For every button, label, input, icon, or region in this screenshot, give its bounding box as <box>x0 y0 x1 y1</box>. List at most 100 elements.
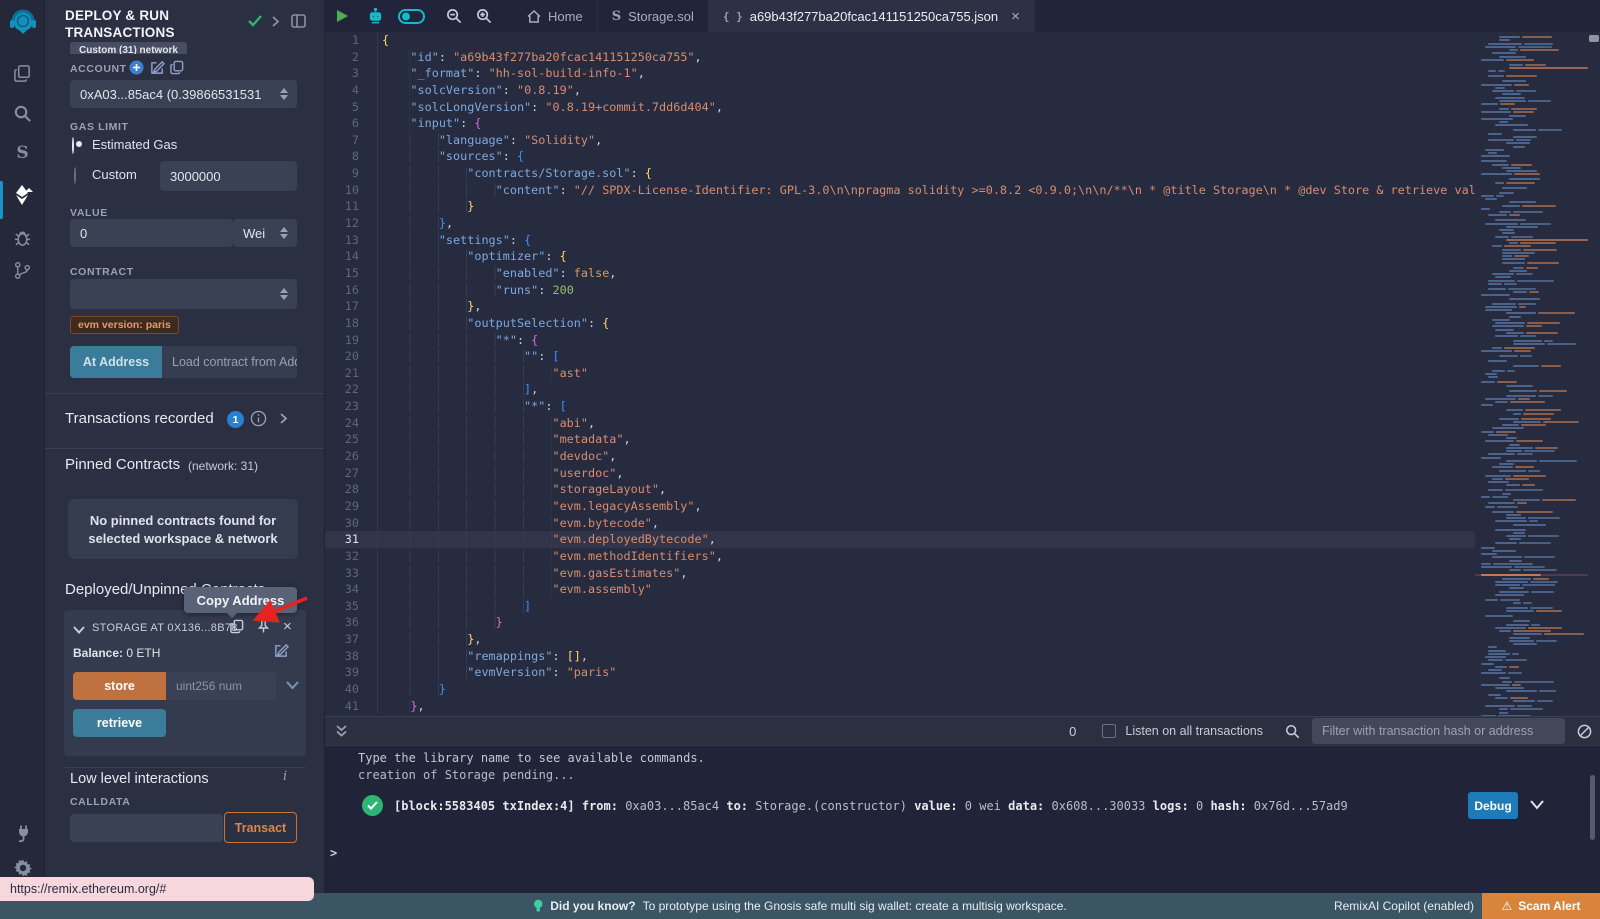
code-line[interactable]: 3 "_format": "hh-sol-build-info-1", <box>325 65 1600 82</box>
ai-assistant-icon[interactable] <box>359 0 391 32</box>
scam-alert-button[interactable]: ⚠ Scam Alert <box>1482 893 1600 919</box>
code-line[interactable]: 7 "language": "Solidity", <box>325 132 1600 149</box>
code-line[interactable]: 33 "evm.gasEstimates", <box>325 565 1600 582</box>
zoom-in-icon[interactable] <box>469 0 499 32</box>
filter-input[interactable]: Filter with transaction hash or address <box>1312 718 1565 744</box>
debugger-icon[interactable] <box>0 222 45 252</box>
code-line[interactable]: 32 "evm.methodIdentifiers", <box>325 548 1600 565</box>
remix-logo-icon[interactable] <box>8 8 38 38</box>
listen-transactions-checkbox[interactable] <box>1102 724 1116 738</box>
code-line[interactable]: 30 "evm.bytecode", <box>325 515 1600 532</box>
expand-terminal-icon[interactable] <box>335 724 348 738</box>
minimap[interactable] <box>1475 32 1588 716</box>
run-script-icon[interactable] <box>325 0 359 32</box>
editor-scrollbar-thumb[interactable] <box>1589 35 1599 42</box>
code-line[interactable]: 40 } <box>325 681 1600 698</box>
code-line[interactable]: 12 }, <box>325 215 1600 232</box>
code-line[interactable]: 10 "content": "// SPDX-License-Identifie… <box>325 182 1600 199</box>
transactions-info-icon[interactable] <box>250 410 267 427</box>
terminal-scrollbar[interactable] <box>1590 775 1595 840</box>
terminal-prompt[interactable]: > <box>330 846 337 860</box>
code-line[interactable]: 38 "remappings": [], <box>325 648 1600 665</box>
code-line[interactable]: 39 "evmVersion": "paris" <box>325 664 1600 681</box>
copilot-toggle-icon[interactable] <box>391 0 431 32</box>
value-unit-select[interactable]: Wei <box>233 219 297 247</box>
store-arg-input[interactable]: uint256 num <box>166 672 276 700</box>
custom-gas-radio[interactable] <box>74 167 76 184</box>
edit-balance-icon[interactable] <box>274 643 289 658</box>
code-line[interactable]: 19 "*": { <box>325 332 1600 349</box>
code-line[interactable]: 13 "settings": { <box>325 232 1600 249</box>
copilot-status[interactable]: RemixAI Copilot (enabled) <box>1334 893 1474 919</box>
tab-build-info-json[interactable]: { } a69b43f277ba20fcac141151250ca755.jso… <box>709 0 1035 32</box>
transact-button[interactable]: Transact <box>224 812 297 843</box>
load-contract-input[interactable]: Load contract from Addre <box>162 346 297 378</box>
code-line[interactable]: 22 ], <box>325 381 1600 398</box>
panel-forward-icon[interactable] <box>271 15 280 28</box>
store-button[interactable]: store <box>73 672 166 700</box>
code-line[interactable]: 41 }, <box>325 698 1600 715</box>
code-line[interactable]: 20 "": [ <box>325 348 1600 365</box>
tab-home[interactable]: Home <box>513 0 598 32</box>
code-line[interactable]: 28 "storageLayout", <box>325 481 1600 498</box>
code-line[interactable]: 15 "enabled": false, <box>325 265 1600 282</box>
copy-account-icon[interactable] <box>170 60 184 75</box>
retrieve-button[interactable]: retrieve <box>73 709 166 737</box>
custom-gas-input[interactable]: 3000000 <box>160 161 297 191</box>
code-line[interactable]: 14 "optimizer": { <box>325 248 1600 265</box>
code-line[interactable]: 11 } <box>325 198 1600 215</box>
code-line[interactable]: 25 "metadata", <box>325 431 1600 448</box>
plugin-manager-icon[interactable] <box>0 818 45 848</box>
at-address-button[interactable]: At Address <box>70 346 162 378</box>
code-line[interactable]: 1{ <box>325 32 1600 49</box>
deploy-run-icon[interactable] <box>0 180 45 210</box>
tx-log-text[interactable]: [block:5583405 txIndex:4] from: 0xa03...… <box>394 799 1348 813</box>
code-editor[interactable]: 1{2 "id": "a69b43f277ba20fcac141151250ca… <box>325 32 1600 716</box>
estimated-gas-radio[interactable] <box>72 137 74 154</box>
calldata-input[interactable] <box>70 814 223 842</box>
code-line[interactable]: 35 ] <box>325 598 1600 615</box>
code-line[interactable]: 36 } <box>325 614 1600 631</box>
editor-scrollbar[interactable] <box>1588 32 1600 716</box>
code-line[interactable]: 24 "abi", <box>325 415 1600 432</box>
code-line[interactable]: 16 "runs": 200 <box>325 282 1600 299</box>
pin-panel-icon[interactable] <box>291 14 306 28</box>
code-line[interactable]: 17 }, <box>325 298 1600 315</box>
value-input[interactable]: 0 <box>70 219 233 247</box>
code-line[interactable]: 21 "ast" <box>325 365 1600 382</box>
sign-message-icon[interactable] <box>150 60 165 75</box>
code-line[interactable]: 29 "evm.legacyAssembly", <box>325 498 1600 515</box>
account-select[interactable]: 0xA03...85ac4 (0.39866531531 <box>70 80 297 108</box>
clear-console-icon[interactable] <box>1577 724 1592 739</box>
remove-contract-icon[interactable]: × <box>283 618 292 635</box>
solidity-compiler-icon[interactable]: S <box>0 138 45 168</box>
create-account-icon[interactable] <box>129 60 144 75</box>
code-line[interactable]: 5 "solcLongVersion": "0.8.19+commit.7dd6… <box>325 99 1600 116</box>
code-line[interactable]: 8 "sources": { <box>325 148 1600 165</box>
code-line[interactable]: 2 "id": "a69b43f277ba20fcac141151250ca75… <box>325 49 1600 66</box>
tab-storage-sol[interactable]: S Storage.sol <box>598 0 709 32</box>
code-line[interactable]: 37 }, <box>325 631 1600 648</box>
zoom-out-icon[interactable] <box>439 0 469 32</box>
contract-collapse-icon[interactable] <box>73 626 85 634</box>
copy-address-icon[interactable] <box>230 619 244 634</box>
close-tab-icon[interactable]: × <box>1011 8 1020 25</box>
low-level-info-icon[interactable]: i <box>283 769 287 784</box>
terminal[interactable]: Type the library name to see available c… <box>325 746 1600 893</box>
code-line[interactable]: 27 "userdoc", <box>325 465 1600 482</box>
code-line[interactable]: 34 "evm.assembly" <box>325 581 1600 598</box>
code-line[interactable]: 18 "outputSelection": { <box>325 315 1600 332</box>
code-line[interactable]: 23 "*": [ <box>325 398 1600 415</box>
contract-select[interactable] <box>70 279 297 309</box>
code-line[interactable]: 6 "input": { <box>325 115 1600 132</box>
git-icon[interactable] <box>0 255 45 285</box>
search-icon[interactable] <box>0 98 45 128</box>
transactions-expand-icon[interactable] <box>279 412 288 425</box>
file-explorer-icon[interactable] <box>0 58 45 88</box>
tx-expand-icon[interactable] <box>1530 800 1544 810</box>
code-line[interactable]: 26 "devdoc", <box>325 448 1600 465</box>
code-line[interactable]: 31 "evm.deployedBytecode", <box>325 531 1600 548</box>
pin-contract-icon[interactable] <box>257 619 270 634</box>
code-line[interactable]: 9 "contracts/Storage.sol": { <box>325 165 1600 182</box>
code-line[interactable]: 4 "solcVersion": "0.8.19", <box>325 82 1600 99</box>
